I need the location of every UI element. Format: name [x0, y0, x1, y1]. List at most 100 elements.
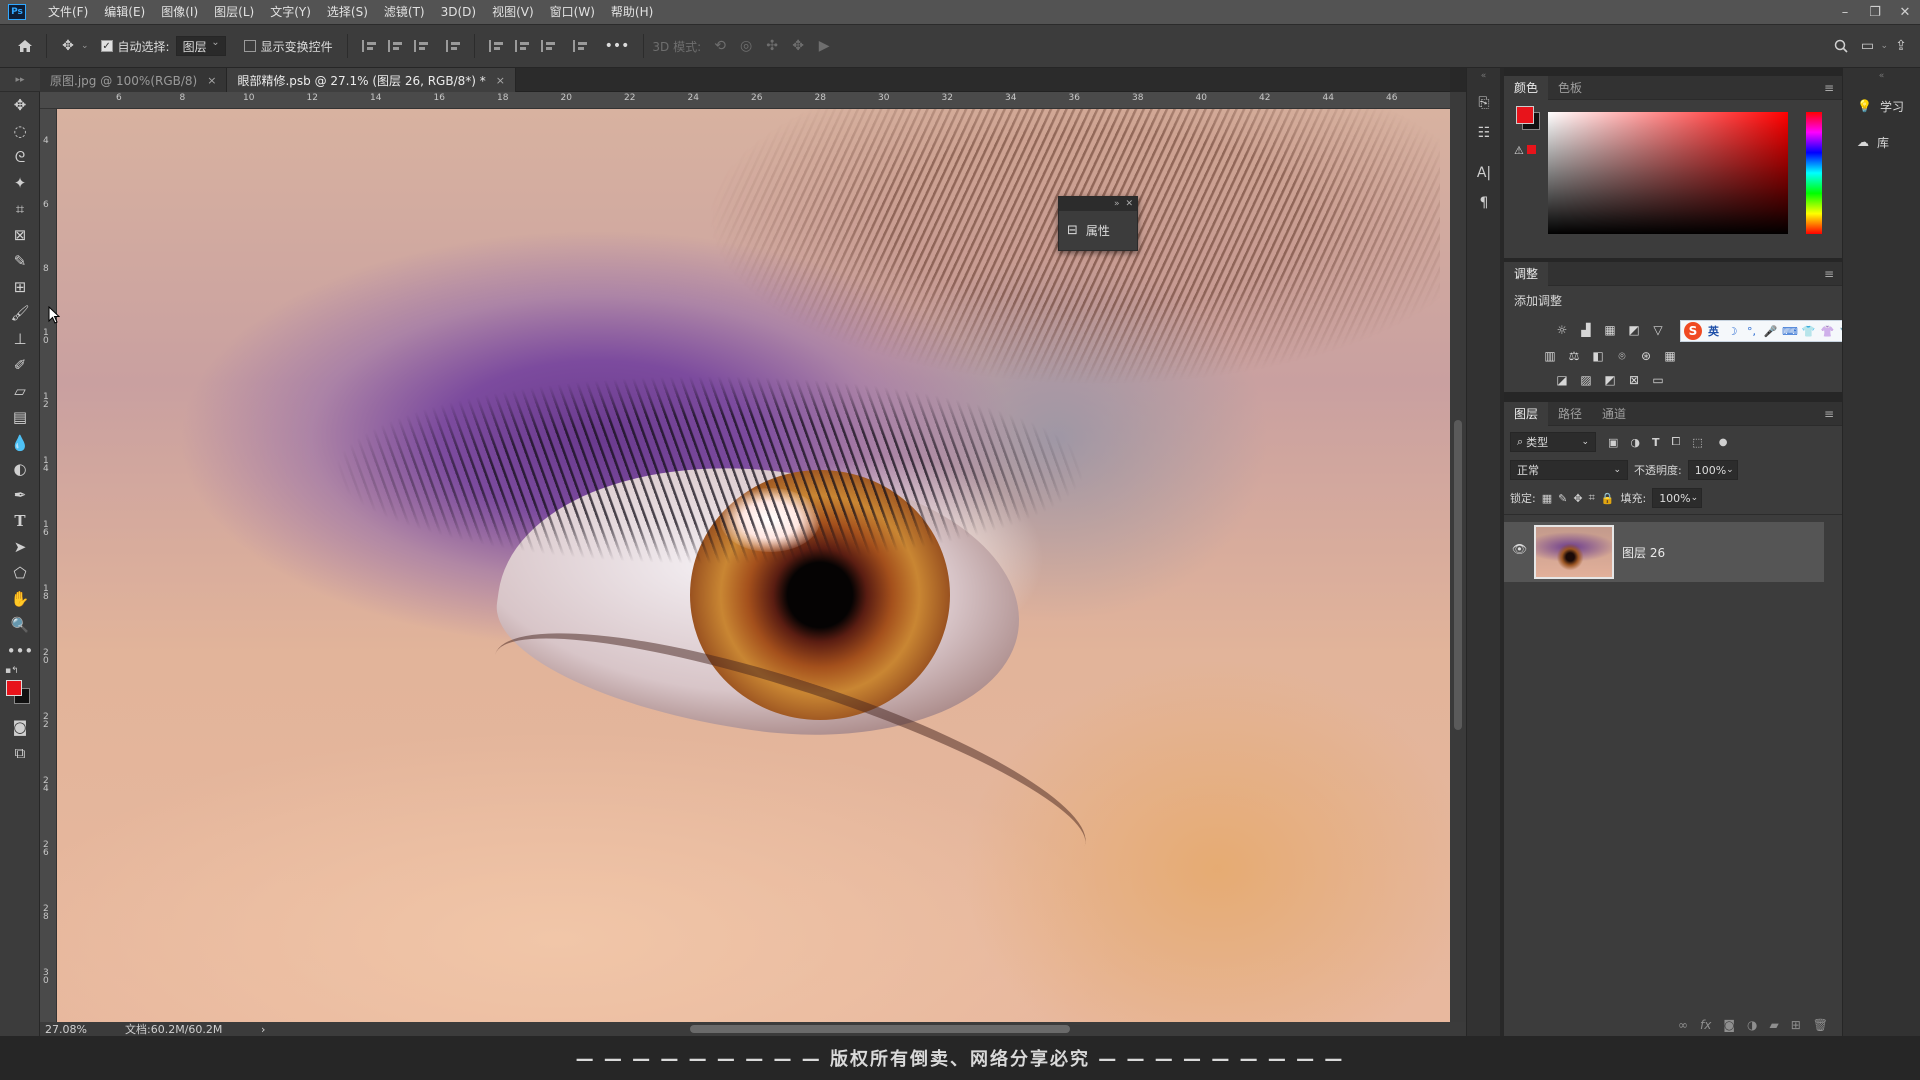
tab-adjustments[interactable]: 调整: [1504, 261, 1549, 286]
properties-floating-panel[interactable]: » ✕ ⊟ 属性: [1058, 196, 1138, 251]
menu-file[interactable]: 文件(F): [40, 0, 96, 24]
lock-all-icon[interactable]: 🔒: [1601, 492, 1615, 505]
menu-view[interactable]: 视图(V): [484, 0, 542, 24]
new-layer-icon[interactable]: ⊞: [1791, 1018, 1801, 1032]
layer-thumbnail[interactable]: [1534, 525, 1614, 579]
lock-position-icon[interactable]: ✥: [1573, 492, 1582, 505]
lasso-tool-icon[interactable]: ᘓ: [0, 144, 40, 170]
more-tools-icon[interactable]: •••: [0, 638, 40, 664]
new-group-icon[interactable]: ▰: [1769, 1018, 1778, 1032]
menu-filter[interactable]: 滤镜(T): [376, 0, 433, 24]
filter-shape-icon[interactable]: ⧠: [1672, 435, 1681, 449]
foreground-color-swatch[interactable]: [6, 680, 22, 696]
panel-menu-icon[interactable]: ≡: [1824, 267, 1834, 281]
moon-icon[interactable]: ☽: [1725, 325, 1740, 338]
filter-toggle-icon[interactable]: ●: [1719, 437, 1728, 448]
layer-name[interactable]: 图层 26: [1622, 544, 1665, 561]
threshold-icon[interactable]: ◩: [1602, 372, 1618, 388]
tab-swatches[interactable]: 色板: [1548, 76, 1592, 100]
menu-select[interactable]: 选择(S): [319, 0, 376, 24]
layer-filter-dropdown[interactable]: ⌕ 类型 ⌄: [1510, 432, 1596, 452]
status-menu-arrow[interactable]: ›: [261, 1023, 265, 1036]
ime-language-toggle[interactable]: 英: [1706, 323, 1721, 339]
align-right-icon[interactable]: [408, 33, 434, 59]
align-bottom-icon[interactable]: [535, 33, 561, 59]
new-adjustment-icon[interactable]: ◑: [1747, 1018, 1757, 1032]
align-top-icon[interactable]: [483, 33, 509, 59]
horizontal-scrollbar[interactable]: [270, 1024, 1440, 1034]
3d-scale-icon[interactable]: ▶: [811, 33, 837, 59]
tab-paths[interactable]: 路径: [1548, 402, 1592, 426]
move-tool-icon[interactable]: ✥: [55, 33, 81, 59]
posterize-icon[interactable]: ▨: [1578, 372, 1594, 388]
clone-stamp-icon[interactable]: ⊥: [0, 326, 40, 352]
scroll-thumb[interactable]: [690, 1025, 1070, 1033]
brush-tool-icon[interactable]: 🖌: [0, 300, 40, 326]
search-icon[interactable]: [1828, 33, 1854, 59]
healing-brush-icon[interactable]: ⊞: [0, 274, 40, 300]
scroll-thumb[interactable]: [1454, 420, 1462, 730]
close-icon[interactable]: ✕: [1125, 199, 1133, 209]
collapse-icon[interactable]: «: [1467, 68, 1500, 88]
crop-tool-icon[interactable]: ⌗: [0, 196, 40, 222]
hand-tool-icon[interactable]: ✋: [0, 586, 40, 612]
chevron-down-icon[interactable]: ⌄: [81, 41, 89, 51]
character-panel-icon[interactable]: A|: [1467, 158, 1501, 188]
punctuation-icon[interactable]: °,: [1744, 325, 1759, 338]
link-layers-icon[interactable]: ∞: [1678, 1018, 1688, 1032]
menu-help[interactable]: 帮助(H): [603, 0, 661, 24]
3d-roll-icon[interactable]: ◎: [733, 33, 759, 59]
distribute-vertical-icon[interactable]: [567, 33, 593, 59]
vibrance-icon[interactable]: ▽: [1650, 322, 1666, 338]
blur-tool-icon[interactable]: 💧: [0, 430, 40, 456]
add-mask-icon[interactable]: ◙: [1723, 1018, 1735, 1032]
fill-input[interactable]: 100% ⌄: [1652, 488, 1703, 508]
skin-icon[interactable]: 👚: [1820, 325, 1835, 338]
curves-icon[interactable]: ▦: [1602, 322, 1618, 338]
learn-button[interactable]: 💡 学习: [1843, 88, 1920, 124]
vertical-scrollbar[interactable]: [1450, 92, 1466, 1029]
color-swatches[interactable]: ▪↰: [0, 664, 39, 714]
blend-mode-dropdown[interactable]: 正常 ⌄: [1510, 460, 1628, 480]
screen-mode-icon[interactable]: ⧉: [0, 740, 40, 766]
collapse-icon[interactable]: »: [1114, 199, 1120, 209]
tab-layers[interactable]: 图层: [1504, 401, 1549, 426]
auto-select-checkbox[interactable]: ✓: [100, 40, 113, 52]
selective-color-icon[interactable]: ⊠: [1626, 372, 1642, 388]
menu-type[interactable]: 文字(Y): [262, 0, 319, 24]
paragraph-panel-icon[interactable]: ¶: [1467, 188, 1501, 218]
history-brush-icon[interactable]: ✐: [0, 352, 40, 378]
auto-select-dropdown[interactable]: 图层: [175, 36, 226, 56]
eyedropper-icon[interactable]: ✎: [0, 248, 40, 274]
opacity-input[interactable]: 100% ⌄: [1687, 460, 1738, 480]
move-tool-icon[interactable]: ✥: [0, 92, 40, 118]
distribute-icon[interactable]: [440, 33, 466, 59]
exposure-icon[interactable]: ◩: [1626, 322, 1642, 338]
restore-button[interactable]: ❐: [1860, 0, 1890, 24]
history-panel-icon[interactable]: ⎘: [1467, 88, 1501, 118]
close-tab-icon[interactable]: ×: [207, 74, 216, 87]
default-colors-icon[interactable]: ▪↰: [5, 666, 19, 676]
brightness-icon[interactable]: ☼: [1554, 322, 1570, 338]
black-white-icon[interactable]: ◧: [1590, 348, 1606, 364]
menu-image[interactable]: 图像(I): [153, 0, 206, 24]
photo-filter-icon[interactable]: ⌾: [1614, 348, 1630, 364]
zoom-tool-icon[interactable]: 🔍: [0, 612, 40, 638]
align-left-icon[interactable]: [356, 33, 382, 59]
levels-icon[interactable]: ▟: [1578, 322, 1594, 338]
shape-tool-icon[interactable]: ⬠: [0, 560, 40, 586]
3d-pan-icon[interactable]: ✣: [759, 33, 785, 59]
eye-visibility-icon[interactable]: 👁: [1512, 542, 1527, 556]
frame-tool-icon[interactable]: ⊠: [0, 222, 40, 248]
out-of-gamut-warning-icon[interactable]: ⚠: [1514, 144, 1536, 157]
type-tool-icon[interactable]: T: [0, 508, 40, 534]
hue-slider[interactable]: [1806, 112, 1822, 234]
color-spectrum-field[interactable]: [1548, 112, 1788, 234]
align-middle-icon[interactable]: [509, 33, 535, 59]
dodge-tool-icon[interactable]: ◐: [0, 456, 40, 482]
close-tab-icon[interactable]: ×: [496, 74, 505, 87]
zoom-level[interactable]: 27.08%: [45, 1023, 105, 1036]
keyboard-icon[interactable]: ⌨: [1782, 325, 1798, 338]
menu-3d[interactable]: 3D(D): [433, 0, 484, 24]
pen-tool-icon[interactable]: ✒: [0, 482, 40, 508]
